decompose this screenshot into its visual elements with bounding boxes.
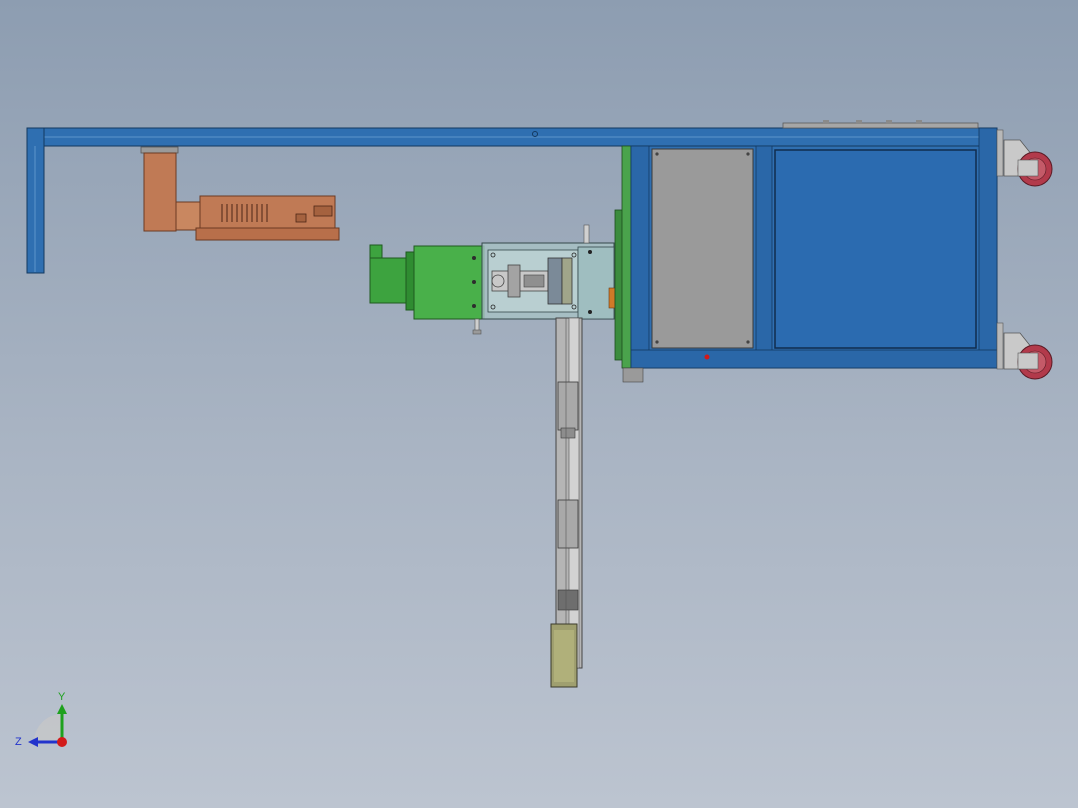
servo-motor[interactable] xyxy=(369,244,485,320)
caster-bottom[interactable] xyxy=(996,322,1053,380)
y-axis-label: Y xyxy=(58,691,66,703)
z-axis-label: Z xyxy=(15,736,22,748)
cabinet-blue-panel[interactable] xyxy=(774,149,977,349)
locating-pin xyxy=(472,318,482,335)
frame-left-leg[interactable] xyxy=(26,127,45,274)
caster-top[interactable] xyxy=(996,129,1053,187)
copper-gripper[interactable] xyxy=(140,146,340,241)
mounting-plate xyxy=(614,145,632,369)
x-axis-point xyxy=(57,737,67,747)
cad-viewport[interactable]: Y Z xyxy=(0,0,1078,808)
coordinate-triad: Y Z xyxy=(15,691,67,748)
frame-top-beam[interactable] xyxy=(26,127,998,147)
cabinet-gray-panel[interactable] xyxy=(651,148,754,349)
gear-housing[interactable] xyxy=(481,224,616,320)
top-rail-detail xyxy=(782,120,979,129)
rail-end-block[interactable] xyxy=(550,623,578,688)
linear-rail[interactable] xyxy=(555,317,583,669)
